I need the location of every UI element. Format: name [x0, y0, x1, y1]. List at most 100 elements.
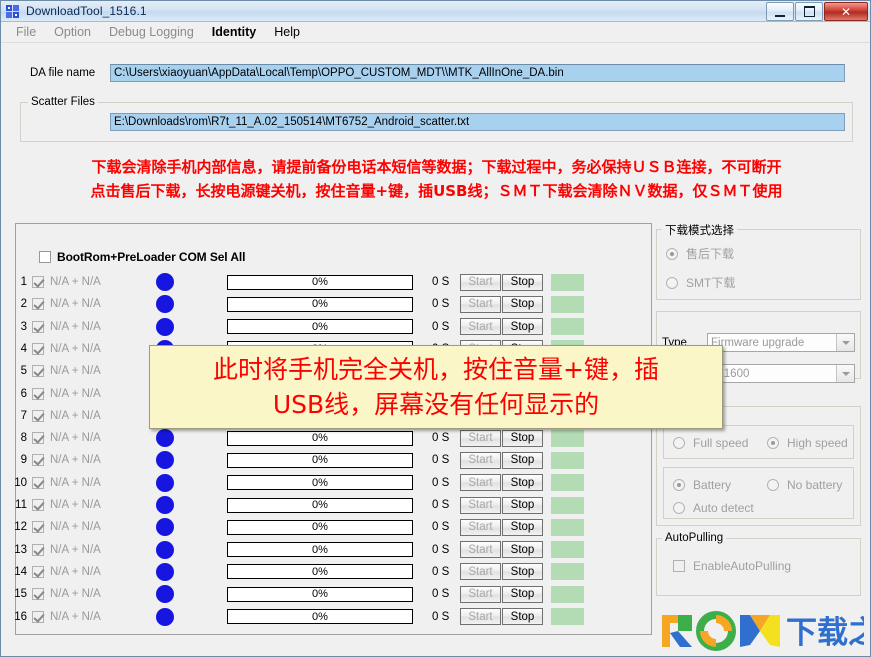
- menu-item-identity[interactable]: Identity: [203, 23, 265, 41]
- row-checkbox[interactable]: [32, 276, 44, 288]
- row-elapsed-time: 0 S: [432, 476, 450, 489]
- row-port: N/A + N/A: [50, 387, 101, 400]
- row-status-box: [551, 585, 584, 603]
- row-checkbox[interactable]: [32, 588, 44, 601]
- type-dropdown[interactable]: Firmware upgrade: [707, 333, 855, 352]
- row-status-indicator: [156, 518, 174, 537]
- row-status-indicator: [156, 295, 174, 314]
- radio-full-speed[interactable]: Full speed: [673, 436, 748, 450]
- row-start-button[interactable]: Start: [460, 429, 501, 447]
- row-start-button[interactable]: Start: [460, 585, 501, 603]
- table-row: 15 N/A + N/A 0% 0 S Start Stop: [1, 583, 638, 605]
- row-start-button[interactable]: Start: [460, 608, 501, 625]
- row-checkbox[interactable]: [32, 610, 44, 623]
- menu-item-file[interactable]: File: [7, 23, 45, 41]
- type-dropdown-value: Firmware upgrade: [711, 336, 805, 349]
- radio-aftersales-download[interactable]: 售后下载: [666, 245, 734, 262]
- table-row: 8 N/A + N/A 0% 0 S Start Stop: [1, 427, 638, 449]
- row-elapsed-time: 0 S: [432, 454, 450, 467]
- row-stop-button[interactable]: Stop: [502, 541, 543, 559]
- radio-label-high-speed: High speed: [787, 436, 848, 450]
- enable-autopulling-checkbox[interactable]: [673, 560, 685, 572]
- radio-battery[interactable]: Battery: [673, 478, 731, 492]
- rom-download-logo: 下载之家: [658, 609, 871, 651]
- maximize-button[interactable]: [795, 2, 823, 21]
- row-checkbox[interactable]: [32, 320, 44, 333]
- row-checkbox[interactable]: [32, 454, 44, 467]
- row-stop-button[interactable]: Stop: [502, 496, 543, 514]
- row-stop-button[interactable]: Stop: [502, 273, 543, 291]
- chevron-down-icon[interactable]: [836, 365, 854, 382]
- row-stop-button[interactable]: Stop: [502, 563, 543, 581]
- row-progress-bar: 0%: [227, 564, 413, 580]
- select-all-label: BootRom+PreLoader COM Sel All: [57, 250, 246, 264]
- row-elapsed-time: 0 S: [432, 543, 450, 556]
- scatter-file-input[interactable]: E:\Downloads\rom\R7t_11_A.02_150514\MT67…: [110, 113, 845, 131]
- row-start-button[interactable]: Start: [460, 474, 501, 492]
- row-start-button[interactable]: Start: [460, 541, 501, 559]
- row-status-indicator: [156, 429, 174, 448]
- row-checkbox[interactable]: [32, 565, 44, 578]
- row-index: 8: [20, 432, 27, 445]
- row-stop-button[interactable]: Stop: [502, 318, 543, 336]
- row-start-button[interactable]: Start: [460, 295, 501, 313]
- row-status-box: [551, 518, 584, 536]
- row-status-indicator: [156, 540, 174, 559]
- menu-item-help[interactable]: Help: [265, 23, 309, 41]
- row-checkbox[interactable]: [32, 409, 44, 422]
- row-stop-button[interactable]: Stop: [502, 429, 543, 447]
- row-start-button[interactable]: Start: [460, 563, 501, 581]
- row-port: N/A + N/A: [50, 543, 101, 556]
- row-stop-button[interactable]: Stop: [502, 608, 543, 625]
- logo-cn-text: 下载之家: [786, 615, 864, 651]
- row-port: N/A + N/A: [50, 365, 101, 378]
- radio-high-speed[interactable]: High speed: [767, 436, 848, 450]
- radio-no-battery[interactable]: No battery: [767, 478, 842, 492]
- row-status-box: [551, 318, 584, 336]
- row-status-box: [551, 295, 584, 313]
- row-progress-bar: 0%: [227, 274, 413, 290]
- autopulling-legend: AutoPulling: [662, 532, 727, 544]
- row-elapsed-time: 0 S: [432, 320, 450, 333]
- row-stop-button[interactable]: Stop: [502, 518, 543, 536]
- row-stop-button[interactable]: Stop: [502, 295, 543, 313]
- row-index: 16: [14, 610, 27, 623]
- menu-item-debug-logging[interactable]: Debug Logging: [100, 23, 203, 41]
- row-status-indicator: [156, 473, 174, 492]
- row-checkbox[interactable]: [32, 387, 44, 400]
- row-port: N/A + N/A: [50, 409, 101, 422]
- row-checkbox[interactable]: [32, 342, 44, 355]
- enable-autopulling-row[interactable]: EnableAutoPulling: [673, 559, 791, 573]
- row-checkbox[interactable]: [32, 543, 44, 556]
- row-checkbox[interactable]: [32, 432, 44, 445]
- row-elapsed-time: 0 S: [432, 276, 450, 288]
- row-checkbox[interactable]: [32, 298, 44, 311]
- table-row: 12 N/A + N/A 0% 0 S Start Stop: [1, 516, 638, 538]
- row-start-button[interactable]: Start: [460, 318, 501, 336]
- row-checkbox[interactable]: [32, 499, 44, 511]
- select-all-row[interactable]: BootRom+PreLoader COM Sel All: [39, 250, 245, 264]
- scatter-files-legend: Scatter Files: [28, 96, 98, 108]
- baudrate-dropdown[interactable]: 921600: [707, 364, 855, 383]
- row-checkbox[interactable]: [32, 521, 44, 534]
- menu-item-option[interactable]: Option: [45, 23, 100, 41]
- select-all-checkbox[interactable]: [39, 251, 51, 263]
- row-checkbox[interactable]: [32, 476, 44, 489]
- row-start-button[interactable]: Start: [460, 451, 501, 469]
- radio-smt-download[interactable]: SMT下载: [666, 274, 735, 291]
- minimize-button[interactable]: [766, 2, 794, 21]
- close-button[interactable]: ✕: [824, 2, 868, 21]
- row-port: N/A + N/A: [50, 476, 101, 489]
- row-stop-button[interactable]: Stop: [502, 585, 543, 603]
- radio-auto-detect[interactable]: Auto detect: [673, 501, 754, 515]
- da-file-input[interactable]: C:\Users\xiaoyuan\AppData\Local\Temp\OPP…: [110, 64, 845, 82]
- row-checkbox[interactable]: [32, 365, 44, 378]
- window-title: DownloadTool_1516.1: [26, 4, 147, 18]
- chevron-down-icon[interactable]: [836, 334, 854, 351]
- row-stop-button[interactable]: Stop: [502, 474, 543, 492]
- row-start-button[interactable]: Start: [460, 273, 501, 291]
- table-row: 1 N/A + N/A 0% 0 S Start Stop: [1, 271, 638, 293]
- row-start-button[interactable]: Start: [460, 496, 501, 514]
- row-start-button[interactable]: Start: [460, 518, 501, 536]
- row-stop-button[interactable]: Stop: [502, 451, 543, 469]
